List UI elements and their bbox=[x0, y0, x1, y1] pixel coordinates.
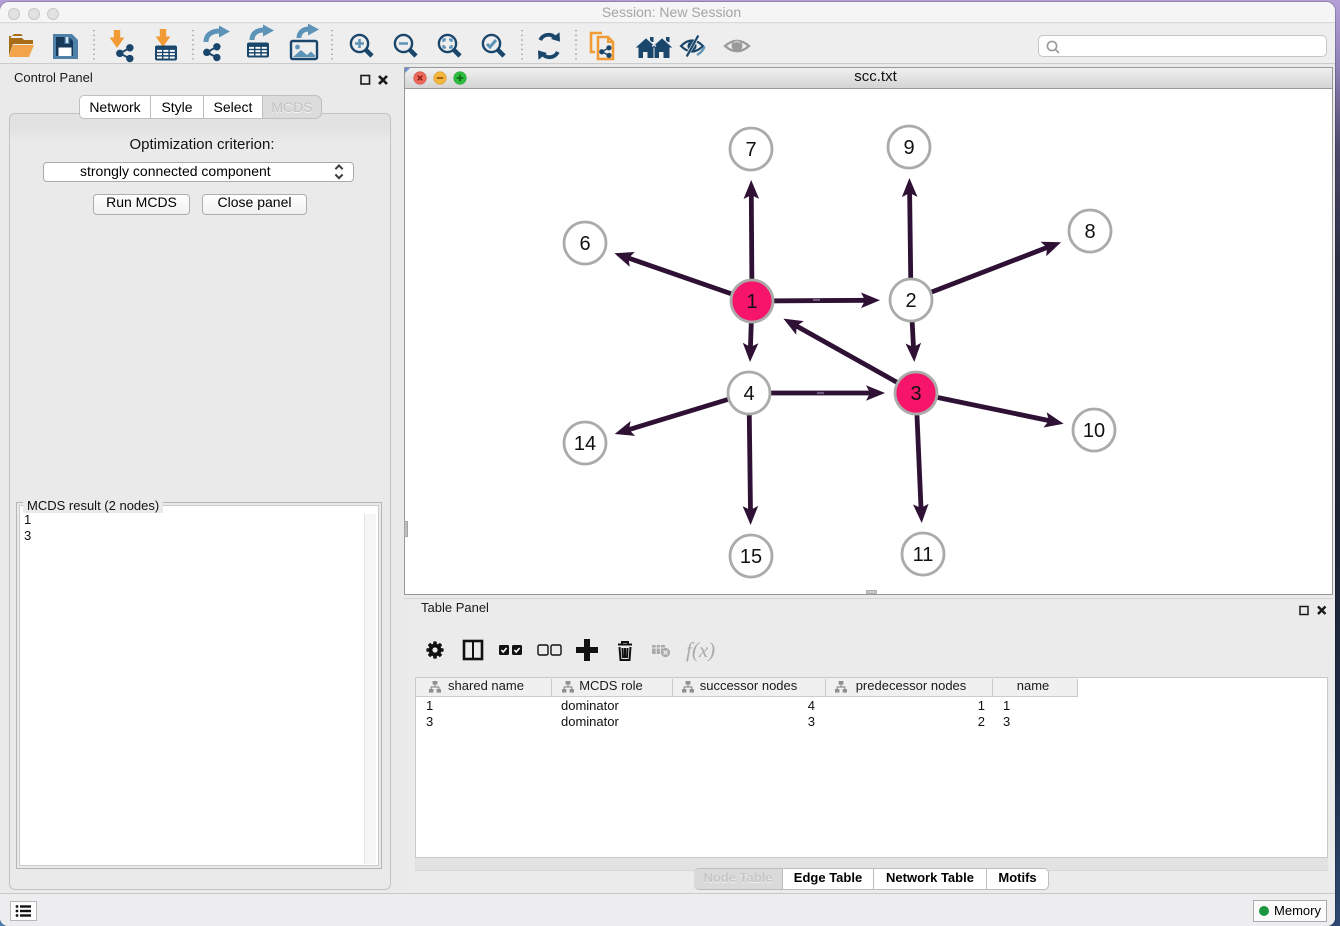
svg-text:11: 11 bbox=[913, 544, 934, 566]
svg-text:f(x): f(x) bbox=[686, 638, 715, 662]
svg-text:8: 8 bbox=[1084, 221, 1095, 243]
svg-text:10: 10 bbox=[1083, 420, 1105, 442]
svg-text:2: 2 bbox=[905, 290, 916, 312]
svg-text:3: 3 bbox=[910, 383, 921, 405]
svg-text:15: 15 bbox=[740, 546, 762, 568]
svg-text:4: 4 bbox=[743, 383, 754, 405]
svg-text:7: 7 bbox=[745, 139, 756, 161]
svg-text:9: 9 bbox=[903, 137, 914, 159]
svg-text:1: 1 bbox=[746, 291, 757, 313]
svg-text:6: 6 bbox=[579, 233, 590, 255]
svg-text:14: 14 bbox=[574, 433, 596, 455]
